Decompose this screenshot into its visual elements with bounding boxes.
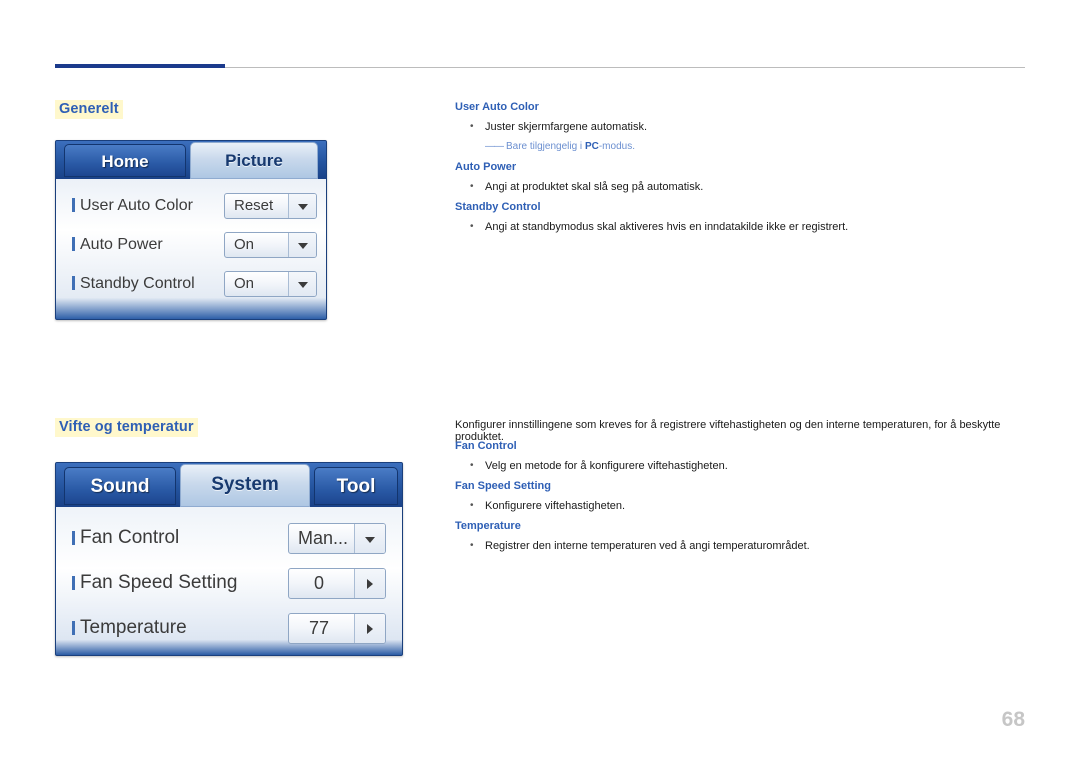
osd-stepper-fan-speed-setting[interactable]: 0 — [288, 568, 386, 599]
bullet-tick-icon — [72, 198, 75, 212]
osd-row-standby-control: Standby Control On — [56, 265, 326, 303]
osd-tab-system-label: System — [211, 474, 279, 495]
osd-row-fan-control: Fan Control Man... — [56, 516, 402, 560]
osd-row-temperature: Temperature 77 — [56, 606, 402, 650]
osd-value-auto-power: On — [234, 236, 255, 253]
osd-tab-bar: Home Picture — [56, 141, 326, 179]
entry-note-user-auto-color: ―― Bare tilgjengelig i PC-modus. — [485, 141, 635, 152]
entry-bullet-user-auto-color: • Juster skjermfargene automatisk. — [470, 121, 648, 133]
osd-tab-system[interactable]: System — [180, 464, 310, 507]
entry-bullet-text: Konfigurere viftehastigheten. — [485, 500, 626, 512]
bullet-tick-icon — [72, 621, 75, 635]
chevron-down-icon[interactable] — [288, 233, 316, 257]
section-title-generelt: Generelt — [55, 100, 123, 119]
entry-bullet-text: Juster skjermfargene automatisk. — [485, 121, 648, 133]
osd-row-auto-power: Auto Power On — [56, 226, 326, 264]
entry-heading-standby-control: Standby Control — [455, 201, 541, 213]
page-number: 68 — [1001, 708, 1025, 731]
entry-heading-temperature: Temperature — [455, 520, 521, 532]
bullet-icon: • — [470, 181, 474, 192]
header-accent-bar — [55, 64, 225, 68]
chevron-down-icon[interactable] — [354, 524, 385, 553]
bullet-tick-icon — [72, 531, 75, 545]
osd-label-temperature: Temperature — [72, 606, 187, 650]
osd-row-label-text: Fan Control — [80, 527, 180, 548]
chevron-down-icon[interactable] — [288, 194, 316, 218]
note-bold: PC — [584, 141, 599, 152]
chevron-down-icon[interactable] — [288, 272, 316, 296]
osd-row-label-text: Standby Control — [80, 275, 195, 292]
osd-tab-sound-label: Sound — [90, 476, 150, 497]
bullet-tick-icon — [72, 576, 75, 590]
entry-heading-fan-speed-setting: Fan Speed Setting — [455, 480, 551, 492]
osd-label-user-auto-color: User Auto Color — [72, 187, 193, 225]
osd-value-fan-speed-setting: 0 — [313, 573, 324, 593]
entry-bullet-auto-power: • Angi at produktet skal slå seg på auto… — [470, 181, 704, 193]
note-dash-icon: ―― — [485, 141, 504, 152]
osd-row-label-text: Fan Speed Setting — [80, 572, 238, 593]
osd-dropdown-user-auto-color[interactable]: Reset — [224, 193, 317, 219]
osd-tab-home-label: Home — [101, 152, 149, 171]
entry-bullet-fan-control: • Velg en metode for å konfigurere vifte… — [470, 460, 728, 472]
osd-label-fan-control: Fan Control — [72, 516, 179, 560]
entry-bullet-fan-speed-setting: • Konfigurere viftehastigheten. — [470, 500, 626, 512]
section-intro-vifte: Konfigurer innstillingene som kreves for… — [455, 419, 1001, 443]
entry-heading-fan-control: Fan Control — [455, 440, 517, 452]
entry-heading-user-auto-color: User Auto Color — [455, 101, 539, 113]
entry-bullet-text: Angi at standbymodus skal aktiveres hvis… — [485, 221, 849, 233]
osd-screenshot-system: Sound System Tool Fan Control Man... Fan… — [55, 462, 403, 656]
osd-value-standby-control: On — [234, 275, 255, 292]
bullet-icon: • — [470, 460, 474, 471]
osd-dropdown-standby-control[interactable]: On — [224, 271, 317, 297]
bullet-tick-icon — [72, 237, 75, 251]
osd-label-auto-power: Auto Power — [72, 226, 163, 264]
section-title-vifte-og-temperatur: Vifte og temperatur — [55, 418, 198, 437]
bullet-icon: • — [470, 500, 474, 511]
osd-screenshot-picture: Home Picture User Auto Color Reset Auto … — [55, 140, 327, 320]
osd-value-user-auto-color: Reset — [234, 197, 274, 214]
osd-tab-home[interactable]: Home — [64, 144, 186, 177]
entry-bullet-text: Angi at produktet skal slå seg på automa… — [485, 181, 704, 193]
bullet-icon: • — [470, 221, 474, 232]
osd-dropdown-fan-control[interactable]: Man... — [288, 523, 386, 554]
osd-dropdown-auto-power[interactable]: On — [224, 232, 317, 258]
entry-bullet-text: Velg en metode for å konfigurere vifteha… — [485, 460, 728, 472]
osd-row-fan-speed-setting: Fan Speed Setting 0 — [56, 561, 402, 605]
chevron-right-icon[interactable] — [354, 614, 385, 643]
osd-value-temperature: 77 — [308, 618, 330, 638]
note-suffix: -modus. — [598, 141, 635, 152]
bullet-icon: • — [470, 121, 474, 132]
bullet-icon: • — [470, 540, 474, 551]
osd-value-fan-control: Man... — [298, 528, 349, 548]
osd-tab-tool[interactable]: Tool — [314, 467, 398, 505]
osd-label-standby-control: Standby Control — [72, 265, 195, 303]
osd-row-user-auto-color: User Auto Color Reset — [56, 187, 326, 225]
entry-bullet-text: Registrer den interne temperaturen ved å… — [485, 540, 810, 552]
entry-bullet-standby-control: • Angi at standbymodus skal aktiveres hv… — [470, 221, 849, 233]
osd-tab-bar: Sound System Tool — [56, 463, 402, 507]
osd-row-label-text: User Auto Color — [80, 197, 193, 214]
entry-bullet-temperature: • Registrer den interne temperaturen ved… — [470, 540, 810, 552]
osd-tab-picture-label: Picture — [225, 151, 283, 170]
osd-row-label-text: Temperature — [80, 617, 187, 638]
osd-stepper-temperature[interactable]: 77 — [288, 613, 386, 644]
chevron-right-icon[interactable] — [354, 569, 385, 598]
bullet-tick-icon — [72, 276, 75, 290]
osd-tab-sound[interactable]: Sound — [64, 467, 176, 505]
entry-heading-auto-power: Auto Power — [455, 161, 517, 173]
osd-tab-tool-label: Tool — [336, 476, 376, 497]
osd-tab-picture[interactable]: Picture — [190, 142, 318, 179]
osd-row-label-text: Auto Power — [80, 236, 163, 253]
osd-label-fan-speed-setting: Fan Speed Setting — [72, 561, 237, 605]
note-prefix: Bare tilgjengelig i — [506, 141, 585, 152]
